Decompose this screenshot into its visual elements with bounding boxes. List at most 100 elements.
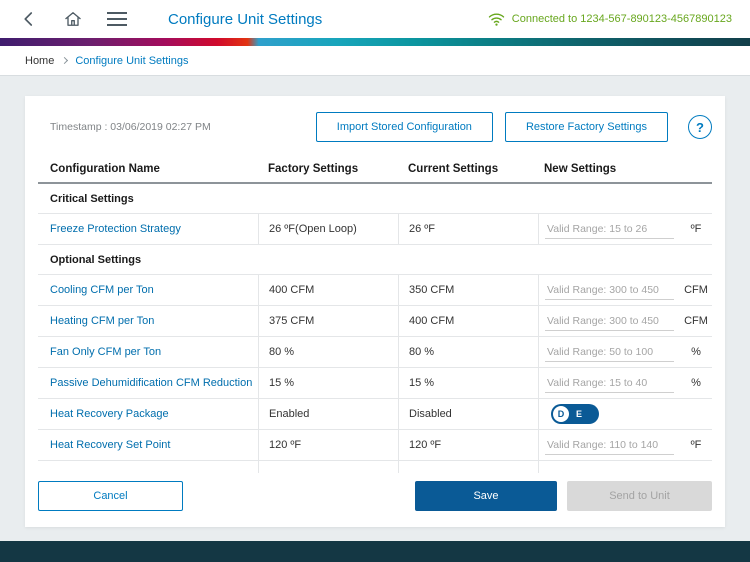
unit-label: ºF	[680, 214, 712, 244]
setting-name-cell: Freeze Protection Strategy	[38, 214, 258, 244]
breadcrumb-current: Configure Unit Settings	[75, 55, 188, 67]
setting-name-link[interactable]: Freeze Protection Strategy	[50, 223, 181, 235]
current-value: 350 CFM	[398, 275, 538, 305]
unit-label	[680, 399, 712, 429]
settings-table-body: Critical SettingsFreeze Protection Strat…	[38, 184, 712, 461]
factory-value: 80 %	[258, 337, 398, 367]
timestamp: Timestamp : 03/06/2019 02:27 PM	[38, 121, 211, 133]
new-setting-cell	[538, 430, 680, 460]
setting-name-cell: Passive Dehumidification CFM Reduction	[38, 368, 258, 398]
unit-label: %	[680, 368, 712, 398]
setting-name-link[interactable]: Cooling CFM per Ton	[50, 284, 154, 296]
col-header-factory-settings: Factory Settings	[258, 156, 398, 182]
factory-value: 120 ºF	[258, 430, 398, 460]
help-icon[interactable]: ?	[688, 115, 712, 139]
back-chevron-icon	[20, 10, 38, 28]
setting-name-link[interactable]: Heat Recovery Set Point	[50, 439, 170, 451]
table-row: Heat Recovery Set Point 120 ºF120 ºF ºF	[38, 430, 712, 461]
setting-name-link[interactable]: Passive Dehumidification CFM Reduction	[50, 377, 252, 389]
table-row: Heating CFM per Ton 375 CFM400 CFM CFM	[38, 306, 712, 337]
new-setting-cell	[538, 275, 680, 305]
chevron-right-icon	[61, 57, 68, 64]
col-header-unit	[680, 156, 712, 182]
home-button[interactable]	[58, 4, 88, 34]
table-row: Passive Dehumidification CFM Reduction 15…	[38, 368, 712, 399]
col-header-current-settings: Current Settings	[398, 156, 538, 182]
new-setting-input[interactable]	[545, 220, 674, 239]
top-bar: Configure Unit Settings Connected to 123…	[0, 0, 750, 38]
settings-panel: Timestamp : 03/06/2019 02:27 PM Import S…	[25, 96, 725, 527]
menu-button[interactable]	[102, 4, 132, 34]
bottom-bar	[0, 541, 750, 562]
toolbar-buttons: Import Stored Configuration Restore Fact…	[316, 112, 712, 142]
current-value: 120 ºF	[398, 430, 538, 460]
top-bar-right: Connected to 1234-567-890123-4567890123	[488, 12, 732, 26]
hamburger-icon	[107, 11, 127, 27]
back-button[interactable]	[14, 4, 44, 34]
setting-name-link[interactable]: Heating CFM per Ton	[50, 315, 154, 327]
new-setting-input[interactable]	[545, 281, 674, 300]
current-value: 26 ºF	[398, 214, 538, 244]
factory-value: 400 CFM	[258, 275, 398, 305]
table-header-row: Configuration Name Factory Settings Curr…	[38, 156, 712, 184]
table-row: Cooling CFM per Ton 400 CFM350 CFM CFM	[38, 275, 712, 306]
new-setting-input[interactable]	[545, 436, 674, 455]
page-title: Configure Unit Settings	[168, 11, 322, 28]
top-bar-left: Configure Unit Settings	[14, 4, 322, 34]
partial-row	[38, 461, 712, 473]
table-row: Heat Recovery Package EnabledDisabled DE	[38, 399, 712, 430]
current-value: 80 %	[398, 337, 538, 367]
new-setting-cell	[538, 337, 680, 367]
unit-label: %	[680, 337, 712, 367]
send-to-unit-button[interactable]: Send to Unit	[567, 481, 712, 511]
footer-right-buttons: Save Send to Unit	[415, 481, 712, 511]
breadcrumb-home[interactable]: Home	[25, 55, 54, 67]
setting-name-cell: Heat Recovery Package	[38, 399, 258, 429]
cancel-button[interactable]: Cancel	[38, 481, 183, 511]
col-header-new-settings: New Settings	[538, 156, 680, 182]
heat-recovery-toggle[interactable]: DE	[551, 404, 599, 424]
unit-label: CFM	[680, 306, 712, 336]
current-value: 400 CFM	[398, 306, 538, 336]
col-header-configuration-name: Configuration Name	[38, 156, 258, 182]
setting-name-link[interactable]: Heat Recovery Package	[50, 408, 169, 420]
settings-table: Configuration Name Factory Settings Curr…	[38, 156, 712, 473]
import-config-button[interactable]: Import Stored Configuration	[316, 112, 493, 142]
setting-name-cell: Heat Recovery Set Point	[38, 430, 258, 460]
toolbar: Timestamp : 03/06/2019 02:27 PM Import S…	[38, 112, 712, 142]
wifi-icon	[488, 12, 505, 26]
section-title: Critical Settings	[38, 184, 258, 213]
main-area: Timestamp : 03/06/2019 02:27 PM Import S…	[0, 76, 750, 541]
new-setting-input[interactable]	[545, 374, 674, 393]
factory-value: 26 ºF(Open Loop)	[258, 214, 398, 244]
factory-value: 15 %	[258, 368, 398, 398]
save-button[interactable]: Save	[415, 481, 557, 511]
table-row: Freeze Protection Strategy 26 ºF(Open Loo…	[38, 214, 712, 245]
breadcrumb: Home Configure Unit Settings	[0, 46, 750, 76]
setting-name-link[interactable]: Fan Only CFM per Ton	[50, 346, 161, 358]
new-setting-input[interactable]	[545, 312, 674, 331]
brand-stripe	[0, 38, 750, 46]
new-setting-cell	[538, 368, 680, 398]
toggle-knob-label: D	[553, 406, 569, 422]
new-setting-input[interactable]	[545, 343, 674, 362]
current-value: Disabled	[398, 399, 538, 429]
section-row: Optional Settings	[38, 245, 712, 275]
setting-name-cell: Heating CFM per Ton	[38, 306, 258, 336]
panel-footer: Cancel Save Send to Unit	[38, 481, 712, 511]
restore-factory-button[interactable]: Restore Factory Settings	[505, 112, 668, 142]
app: Configure Unit Settings Connected to 123…	[0, 0, 750, 562]
new-setting-cell	[538, 306, 680, 336]
current-value: 15 %	[398, 368, 538, 398]
setting-name-cell: Cooling CFM per Ton	[38, 275, 258, 305]
new-setting-cell	[538, 214, 680, 244]
unit-label: CFM	[680, 275, 712, 305]
unit-label: ºF	[680, 430, 712, 460]
factory-value: Enabled	[258, 399, 398, 429]
factory-value: 375 CFM	[258, 306, 398, 336]
toggle-on-label: E	[576, 409, 582, 419]
home-icon	[63, 9, 83, 29]
table-row: Fan Only CFM per Ton 80 %80 %%	[38, 337, 712, 368]
setting-name-cell: Fan Only CFM per Ton	[38, 337, 258, 367]
section-row: Critical Settings	[38, 184, 712, 214]
